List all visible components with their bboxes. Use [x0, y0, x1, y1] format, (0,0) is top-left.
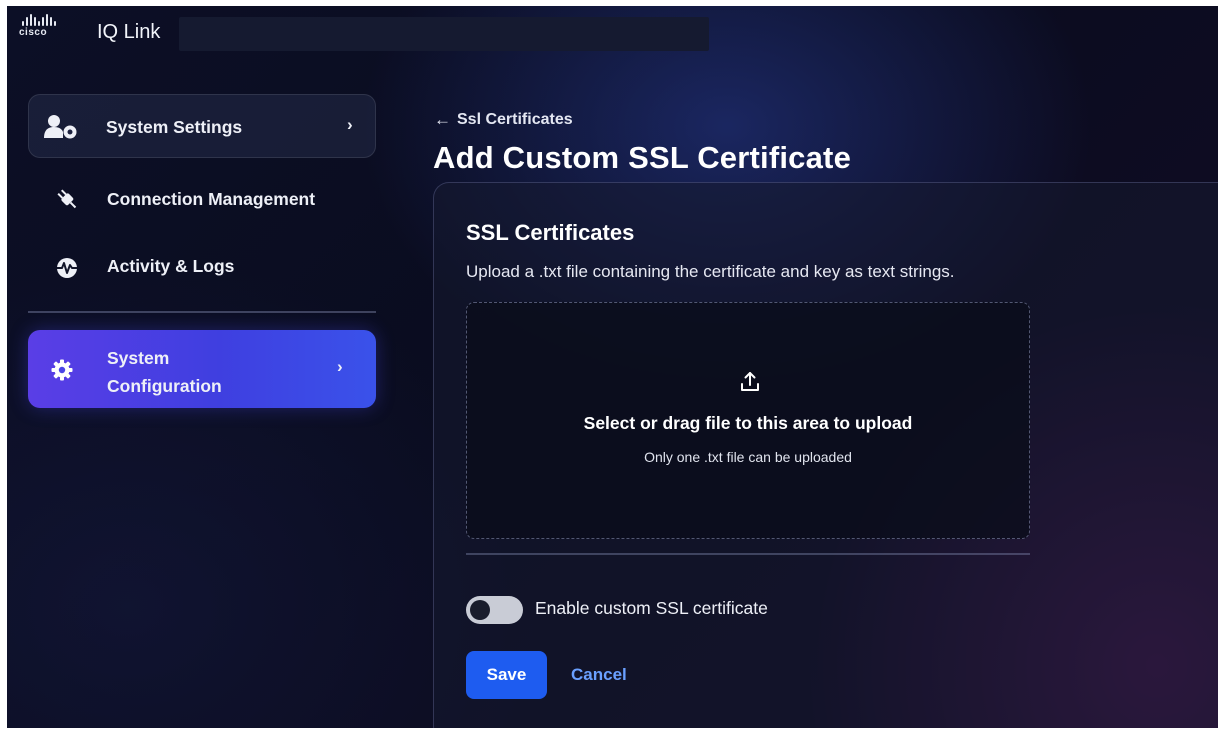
dropzone-title: Select or drag file to this area to uplo…: [583, 413, 913, 433]
page-title: Add Custom SSL Certificate: [433, 140, 852, 175]
breadcrumb-back-link[interactable]: ← Ssl Certificates: [434, 110, 573, 130]
sidebar-divider: [28, 311, 376, 313]
breadcrumb-label: Ssl Certificates: [457, 111, 573, 128]
card-title: SSL Certificates: [466, 220, 635, 245]
sidebar-item-label: System Configuration: [107, 348, 222, 396]
cancel-button[interactable]: Cancel: [565, 651, 633, 699]
plug-icon: [54, 186, 80, 217]
activity-icon: [54, 257, 80, 284]
toggle-label: Enable custom SSL certificate: [535, 598, 768, 618]
chevron-right-icon: ›: [337, 357, 343, 376]
enable-custom-ssl-toggle[interactable]: [466, 596, 523, 624]
gear-icon: [51, 359, 73, 386]
sidebar-item-system-settings[interactable]: System Settings ›: [28, 94, 376, 158]
sidebar-item-label: Activity & Logs: [107, 256, 235, 276]
header-bar: [179, 17, 709, 51]
sidebar-item-system-configuration[interactable]: System Configuration ›: [28, 330, 376, 408]
cisco-logo-text: cisco: [19, 27, 48, 38]
save-button[interactable]: Save: [466, 651, 547, 699]
cisco-logo-bars: [22, 14, 59, 26]
toggle-knob: [470, 600, 490, 620]
cisco-logo: cisco: [19, 14, 59, 42]
chevron-right-icon: ›: [347, 115, 353, 134]
card-divider: [466, 553, 1030, 555]
dropzone-subtitle: Only one .txt file can be uploaded: [644, 449, 852, 465]
upload-icon: [741, 372, 759, 391]
card-description: Upload a .txt file containing the certif…: [466, 262, 955, 281]
sidebar-item-connection-management[interactable]: Connection Management: [28, 181, 376, 221]
sidebar-item-label: Connection Management: [107, 189, 316, 209]
user-settings-icon: [44, 114, 78, 145]
app-screen: cisco IQ Link System Settings › Connecti…: [7, 6, 1218, 728]
sidebar-item-activity-logs[interactable]: Activity & Logs: [28, 248, 376, 288]
app-title: IQ Link: [97, 21, 161, 43]
arrow-left-icon: ←: [434, 110, 451, 129]
sidebar-item-label: System Settings: [106, 117, 243, 137]
